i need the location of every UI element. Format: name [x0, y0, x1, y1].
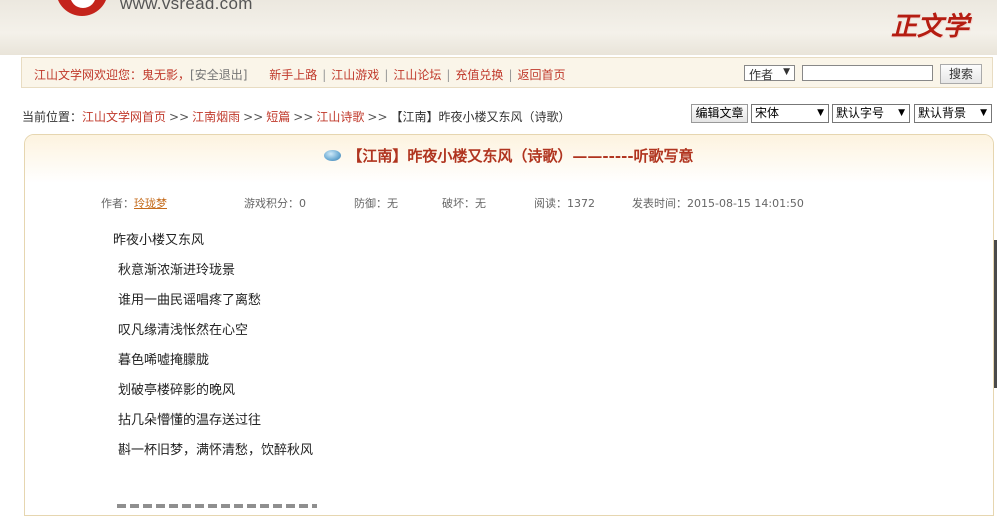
- edit-article-button[interactable]: 编辑文章: [691, 104, 748, 123]
- author-link[interactable]: 玲珑梦: [134, 197, 167, 210]
- font-size-value: 默认字号: [836, 106, 885, 120]
- read-count: 阅读：1372: [534, 197, 595, 210]
- author-meta: 作者：玲珑梦: [101, 195, 167, 211]
- nav-link-newbie[interactable]: 新手上路: [269, 68, 317, 82]
- breadcrumb-home[interactable]: 江山文学网首页: [82, 110, 166, 124]
- nav-separator: |: [446, 68, 451, 82]
- defense-stat: 防御：无: [354, 197, 398, 210]
- chevron-down-icon: ▼: [898, 108, 905, 118]
- poem-line: 拈几朵懵懂的温存送过往: [118, 413, 262, 428]
- author-label: 作者：: [101, 197, 134, 210]
- nav-text-row: 江山文学网欢迎您：鬼无影，[安全退出] 新手上路 | 江山游戏 | 江山论坛 | 充值兑换 |…: [34, 66, 566, 83]
- nav-link-games[interactable]: 江山游戏: [331, 68, 379, 82]
- poem-line: 暮色唏嘘掩朦胧: [118, 353, 210, 368]
- article-title: 【江南】昨夜小楼又东风（诗歌）——-----听歌写意: [347, 147, 694, 165]
- breadcrumb-poetry[interactable]: 江山诗歌: [316, 110, 364, 124]
- poem-line: 斟一杯旧梦，满怀清愁，饮醉秋风: [118, 443, 314, 458]
- breadcrumb: 当前位置：江山文学网首页 >> 江南烟雨 >> 短篇 >> 江山诗歌 >> 【江南】昨夜小楼又东…: [22, 108, 571, 125]
- breadcrumb-prefix: 当前位置：: [22, 110, 83, 124]
- article-panel: 【江南】昨夜小楼又东风（诗歌）——-----听歌写意 作者：玲珑梦 游戏积分：0…: [24, 134, 994, 516]
- poem-line: 叹凡缘清浅怅然在心空: [118, 323, 249, 338]
- brand-logo: 正文学: [890, 12, 969, 42]
- search-button[interactable]: 搜索: [940, 64, 982, 84]
- poem-line: 划破亭楼碎影的晚风: [118, 383, 236, 398]
- nav-link-recharge[interactable]: 充值兑换: [455, 68, 503, 82]
- poem-line: 昨夜小楼又东风: [113, 233, 205, 248]
- article-title-row: 【江南】昨夜小楼又东风（诗歌）——-----听歌写意: [25, 145, 993, 166]
- destroy-stat: 破坏：无: [442, 197, 486, 210]
- nav-link-home[interactable]: 返回首页: [517, 68, 565, 82]
- background-select[interactable]: 默认背景 ▼: [914, 104, 992, 123]
- site-url: www.vsread.com: [120, 0, 253, 13]
- background-value: 默认背景: [918, 106, 967, 120]
- chevron-down-icon: ▼: [980, 108, 987, 118]
- poem-line-cutoff: [117, 500, 317, 510]
- top-nav-bar: 江山文学网欢迎您：鬼无影，[安全退出] 新手上路 | 江山游戏 | 江山论坛 | 充值兑换 |…: [21, 57, 993, 88]
- site-banner: www.vsread.com 正文学: [0, 0, 997, 55]
- poem-line: 谁用一曲民谣唱疼了离愁: [118, 293, 262, 308]
- article-body: 昨夜小楼又东风 秋意渐浓渐进玲珑景 谁用一曲民谣唱疼了离愁 叹凡缘清浅怅然在心空…: [113, 232, 317, 508]
- breadcrumb-short[interactable]: 短篇: [266, 110, 290, 124]
- breadcrumb-current: 【江南】昨夜小楼又东风（诗歌）: [390, 110, 571, 124]
- font-family-select[interactable]: 宋体 ▼: [751, 104, 829, 123]
- breadcrumb-arrow: >>: [243, 110, 264, 124]
- game-points: 游戏积分：0: [244, 197, 306, 210]
- bubble-icon: [324, 149, 342, 161]
- welcome-text: 江山文学网欢迎您：: [34, 68, 143, 82]
- nav-link-forum[interactable]: 江山论坛: [393, 68, 441, 82]
- search-input[interactable]: [802, 65, 933, 81]
- breadcrumb-arrow: >>: [293, 110, 314, 124]
- chevron-down-icon: ▼: [783, 67, 790, 77]
- nav-separator: |: [508, 68, 513, 82]
- nav-separator: |: [322, 68, 327, 82]
- chevron-down-icon: ▼: [817, 108, 824, 118]
- search-field-value: 作者: [749, 68, 774, 82]
- breadcrumb-arrow: >>: [367, 110, 388, 124]
- nav-separator: |: [384, 68, 389, 82]
- breadcrumb-jiangnan[interactable]: 江南烟雨: [192, 110, 240, 124]
- logout-link[interactable]: [安全退出]: [190, 68, 247, 82]
- poem-line: 秋意渐浓渐进玲珑景: [118, 263, 236, 278]
- font-family-value: 宋体: [755, 106, 780, 120]
- username-link[interactable]: 鬼无影，: [142, 68, 190, 82]
- font-size-select[interactable]: 默认字号 ▼: [832, 104, 910, 123]
- breadcrumb-arrow: >>: [169, 110, 190, 124]
- publish-time: 发表时间：2015-08-15 14:01:50: [632, 197, 804, 210]
- search-field-select[interactable]: 作者 ▼: [744, 65, 795, 82]
